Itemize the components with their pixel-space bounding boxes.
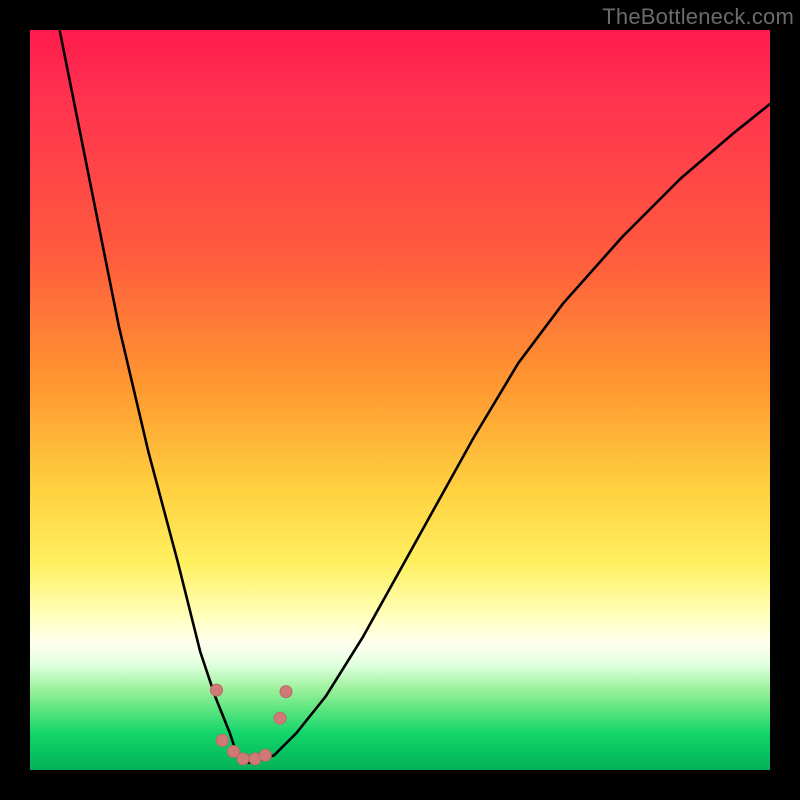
curve-marker <box>211 684 223 696</box>
chart-stage: TheBottleneck.com <box>0 0 800 800</box>
curve-svg <box>30 30 770 770</box>
bottleneck-curve-path <box>60 30 770 763</box>
curve-marker <box>280 686 292 698</box>
curve-marker <box>274 712 286 724</box>
curve-marker <box>237 753 249 765</box>
plot-area <box>30 30 770 770</box>
curve-marker <box>259 749 271 761</box>
curve-marker <box>216 734 228 746</box>
attribution-text: TheBottleneck.com <box>602 4 794 30</box>
curve-markers <box>211 684 293 765</box>
